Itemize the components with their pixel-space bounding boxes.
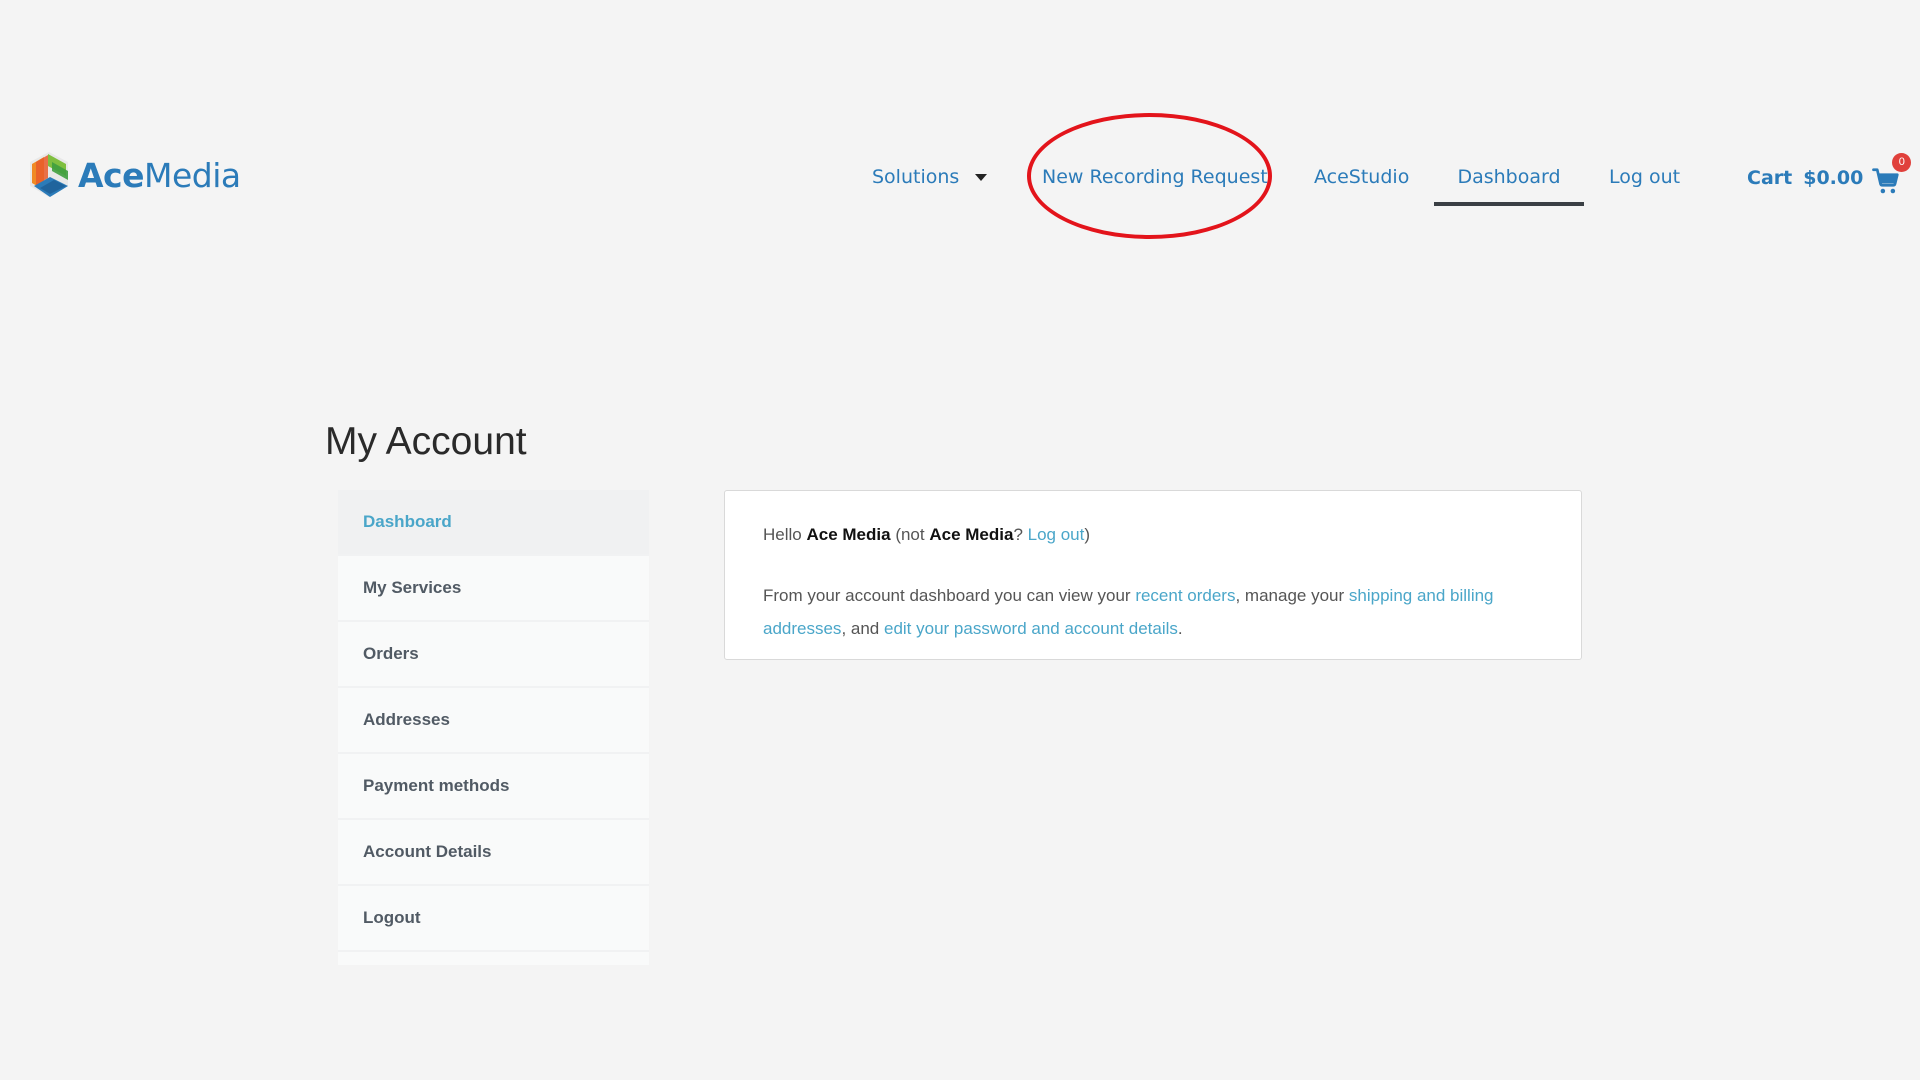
- account-nav-dashboard[interactable]: Dashboard: [338, 490, 649, 556]
- cart-count-badge: 0: [1892, 153, 1912, 172]
- account-nav-addresses[interactable]: Addresses: [338, 688, 649, 754]
- logo-icon: [30, 152, 68, 197]
- account-nav-my-services[interactable]: My Services: [338, 556, 649, 622]
- intro-period: .: [1177, 619, 1183, 638]
- nav-dashboard[interactable]: Dashboard: [1434, 150, 1584, 206]
- greeting-not-prefix: (not: [895, 525, 925, 544]
- cart-label: Cart: [1747, 167, 1793, 189]
- greeting-close-paren: ): [1084, 525, 1091, 544]
- intro-text: From your account dashboard you can view…: [763, 586, 1131, 605]
- recent-orders-link[interactable]: recent orders: [1135, 586, 1235, 605]
- account-nav-logout[interactable]: Logout: [338, 886, 649, 952]
- intro-manage: , manage your: [1235, 586, 1345, 605]
- intro-paragraph: From your account dashboard you can view…: [763, 579, 1543, 645]
- account-nav-orders[interactable]: Orders: [338, 622, 649, 688]
- page-title: My Account: [325, 420, 527, 463]
- logo-media-text: Media: [143, 155, 241, 195]
- nav-new-recording-request[interactable]: New Recording Request: [1042, 150, 1268, 206]
- greeting-user-name: Ace Media: [806, 525, 891, 544]
- account-nav-payment-methods[interactable]: Payment methods: [338, 754, 649, 820]
- logo-ace-text: Ace: [78, 155, 144, 195]
- greeting-not-user: Ace Media: [929, 525, 1014, 544]
- nav-solutions-label: Solutions: [872, 166, 960, 188]
- greeting-question: ?: [1013, 525, 1023, 544]
- nav-log-out[interactable]: Log out: [1609, 150, 1680, 206]
- greeting-hello: Hello: [763, 525, 802, 544]
- edit-password-link[interactable]: edit your password and account details: [884, 619, 1178, 638]
- site-header: AceMedia Solutions New Recording Request…: [0, 0, 1920, 260]
- cart-button[interactable]: Cart $0.00 0: [1747, 150, 1912, 206]
- account-navigation: Dashboard My Services Orders Addresses P…: [338, 490, 649, 965]
- caret-down-icon: [975, 174, 988, 181]
- dashboard-content: Hello Ace Media (not Ace Media? Log out)…: [724, 490, 1582, 660]
- cart-amount: $0.00: [1803, 167, 1864, 189]
- logo-wordmark: AceMedia: [78, 156, 241, 195]
- cart-icon-wrap: 0: [1871, 153, 1912, 194]
- nav-acestudio[interactable]: AceStudio: [1314, 150, 1409, 206]
- intro-and: , and: [841, 619, 880, 638]
- nav-solutions[interactable]: Solutions: [872, 150, 988, 206]
- greeting-logout-link[interactable]: Log out: [1028, 525, 1085, 544]
- account-nav-account-details[interactable]: Account Details: [338, 820, 649, 886]
- site-logo[interactable]: AceMedia: [26, 150, 241, 200]
- greeting-paragraph: Hello Ace Media (not Ace Media? Log out): [763, 518, 1543, 551]
